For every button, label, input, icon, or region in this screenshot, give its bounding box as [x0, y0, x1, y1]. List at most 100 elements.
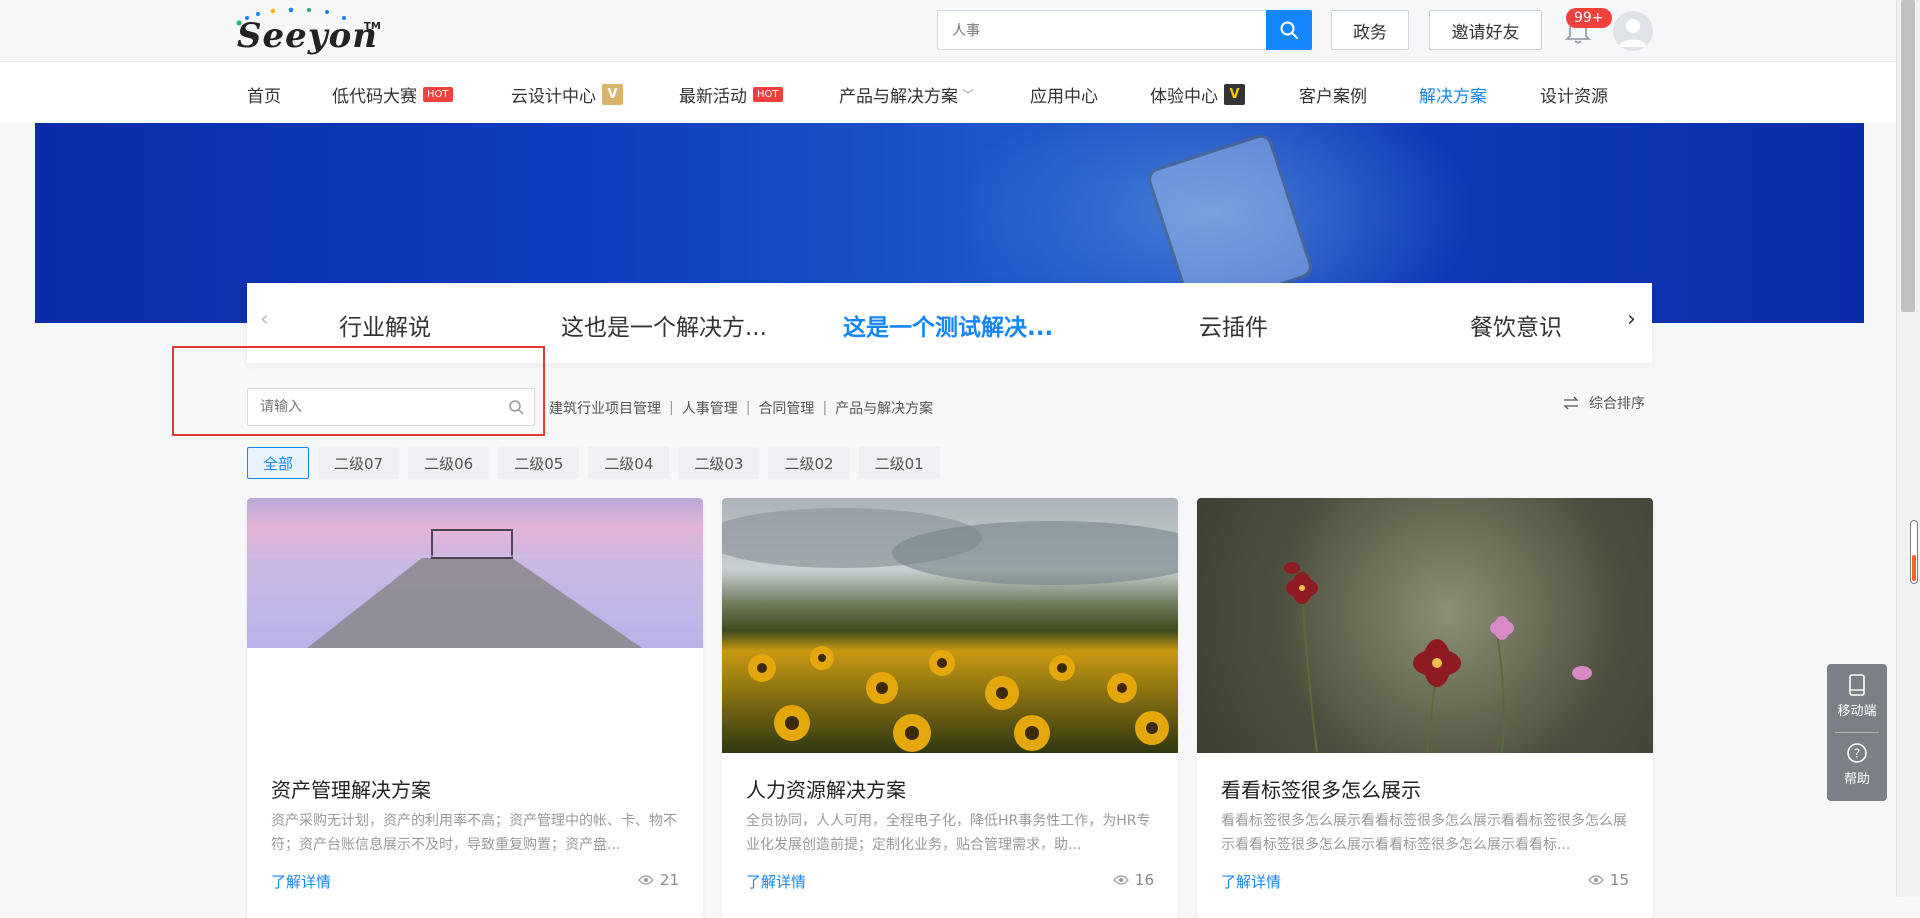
hot-badge: HOT	[423, 87, 453, 102]
nav-item-home[interactable]: 首页	[247, 82, 281, 107]
tag-separator: |	[822, 400, 828, 416]
solution-card[interactable]: 资产管理解决方案 资产采购无计划，资产的利用率不高；资产管理中的帐、卡、物不符；…	[247, 498, 703, 918]
svg-text:?: ?	[1854, 747, 1860, 761]
nav-item-experience-center[interactable]: 体验中心 V	[1150, 82, 1245, 107]
help-label: 帮助	[1843, 772, 1870, 787]
level-chips: 全部 二级07 二级06 二级05 二级04 二级03 二级02 二级01	[247, 447, 940, 479]
global-search-button[interactable]	[1266, 10, 1312, 50]
mobile-button[interactable]: 移动端	[1827, 674, 1887, 719]
nav-label: 应用中心	[1030, 87, 1098, 107]
search-icon	[1280, 21, 1298, 39]
nav-item-cloud-design[interactable]: 云设计中心 V	[511, 82, 623, 107]
search-icon[interactable]	[508, 399, 524, 415]
nav-label: 最新活动	[679, 87, 747, 107]
scrollbar-thumb[interactable]	[1901, 0, 1915, 312]
card-view-count: 21	[659, 871, 679, 889]
divider	[1835, 732, 1879, 733]
logo-trademark: TM	[364, 21, 381, 32]
top-bar: Seeyon TM 政务 邀请好友 99+	[0, 0, 1896, 62]
chevron-left-icon[interactable]: ‹	[260, 307, 269, 332]
pier-illustration	[247, 529, 703, 648]
nav-item-products-solutions[interactable]: 产品与解决方案 ﹀	[839, 82, 974, 107]
card-image	[1197, 498, 1653, 754]
chevron-right-icon[interactable]: ›	[1627, 307, 1636, 332]
main-nav: 首页 低代码大赛 HOT 云设计中心 V 最新活动 HOT 产品与解决方案 ﹀ …	[0, 62, 1896, 123]
quick-tag[interactable]: 建筑行业项目管理	[549, 398, 661, 418]
solution-card[interactable]: 人力资源解决方案 全员协同，人人可用，全程电子化，降低HR事务性工作，为HR专业…	[722, 498, 1178, 918]
card-title: 资产管理解决方案	[271, 778, 431, 802]
category-tab[interactable]: 这也是一个解决方...	[561, 308, 767, 342]
chip[interactable]: 二级02	[768, 447, 850, 479]
chip-all[interactable]: 全部	[247, 447, 310, 479]
nav-label: 设计资源	[1540, 87, 1608, 107]
card-views: 16	[1113, 871, 1154, 889]
sort-icon	[1563, 396, 1579, 410]
card-more-link[interactable]: 了解详情	[746, 871, 806, 892]
card-more-link[interactable]: 了解详情	[1221, 871, 1281, 892]
quick-tag[interactable]: 合同管理	[758, 398, 814, 418]
tag-separator: |	[669, 400, 674, 416]
notification-badge: 99+	[1566, 8, 1612, 28]
hot-badge: HOT	[753, 87, 783, 102]
card-title: 看看标签很多怎么展示	[1221, 778, 1421, 802]
page-scrollbar[interactable]	[1896, 0, 1920, 897]
v-badge-icon: V	[602, 84, 623, 105]
gov-button[interactable]: 政务	[1331, 10, 1409, 50]
nav-label: 客户案例	[1299, 87, 1367, 107]
nav-label: 首页	[247, 87, 281, 107]
mobile-icon	[1849, 674, 1865, 696]
nav-item-customer-cases[interactable]: 客户案例	[1299, 82, 1367, 107]
invite-friends-button[interactable]: 邀请好友	[1429, 10, 1542, 50]
quick-tag[interactable]: 人事管理	[682, 398, 738, 418]
avatar-icon	[1619, 19, 1647, 47]
chip[interactable]: 二级01	[858, 447, 940, 479]
category-tab[interactable]: 云插件	[1199, 308, 1268, 342]
cosmos-flowers-illustration	[1284, 562, 1592, 754]
card-views: 15	[1588, 871, 1629, 889]
solution-search-input[interactable]	[248, 389, 488, 425]
nav-item-lowcode-contest[interactable]: 低代码大赛 HOT	[332, 82, 453, 107]
card-desc: 资产采购无计划，资产的利用率不高；资产管理中的帐、卡、物不符；资产台账信息展示不…	[271, 813, 677, 853]
chip[interactable]: 二级05	[498, 447, 580, 479]
nav-item-latest-events[interactable]: 最新活动 HOT	[679, 82, 783, 107]
card-more-link[interactable]: 了解详情	[271, 871, 331, 892]
logo-text: Seeyon	[237, 16, 378, 56]
help-icon: ?	[1847, 743, 1867, 763]
help-button[interactable]: ? 帮助	[1827, 742, 1887, 787]
card-view-count: 15	[1609, 871, 1629, 889]
global-search	[937, 10, 1312, 50]
solution-search	[247, 388, 535, 426]
nav-item-design-resources[interactable]: 设计资源	[1540, 82, 1608, 107]
nav-item-solutions[interactable]: 解决方案	[1419, 82, 1487, 107]
chip[interactable]: 二级07	[318, 447, 400, 479]
side-progress-widget[interactable]	[1910, 520, 1918, 584]
category-tab[interactable]: 餐饮意识	[1470, 308, 1562, 342]
sort-toggle[interactable]: 综合排序	[1563, 393, 1645, 413]
user-avatar[interactable]	[1613, 11, 1653, 51]
card-image	[722, 498, 1178, 753]
solution-card[interactable]: 看看标签很多怎么展示 看看标签很多怎么展示看看标签很多怎么展示看看标签很多怎么展…	[1197, 498, 1653, 918]
global-search-input[interactable]	[938, 11, 1258, 49]
category-tab[interactable]: 行业解说	[339, 308, 431, 342]
tag-separator: |	[745, 400, 751, 416]
chip[interactable]: 二级03	[678, 447, 760, 479]
sunflower-field-illustration	[722, 508, 1178, 752]
category-tab-active[interactable]: 这是一个测试解决...	[843, 308, 1053, 342]
sort-label: 综合排序	[1589, 396, 1645, 412]
seeyon-logo[interactable]: Seeyon TM	[229, 6, 389, 56]
eye-icon	[638, 875, 654, 885]
eye-icon	[1588, 875, 1604, 885]
quick-tag[interactable]: 产品与解决方案	[835, 398, 933, 418]
chip[interactable]: 二级04	[588, 447, 670, 479]
nav-label: 解决方案	[1419, 87, 1487, 107]
nav-item-app-center[interactable]: 应用中心	[1030, 82, 1098, 107]
eye-icon	[1113, 875, 1129, 885]
card-title: 人力资源解决方案	[746, 778, 906, 802]
mobile-label: 移动端	[1837, 704, 1877, 719]
nav-label: 云设计中心	[511, 87, 596, 107]
chevron-down-icon: ﹀	[962, 88, 975, 102]
nav-label: 体验中心	[1150, 87, 1218, 107]
card-desc: 看看标签很多怎么展示看看标签很多怎么展示看看标签很多怎么展示看看标签很多怎么展示…	[1221, 813, 1627, 853]
chip[interactable]: 二级06	[408, 447, 490, 479]
floating-help-panel: 移动端 ? 帮助	[1827, 664, 1887, 801]
